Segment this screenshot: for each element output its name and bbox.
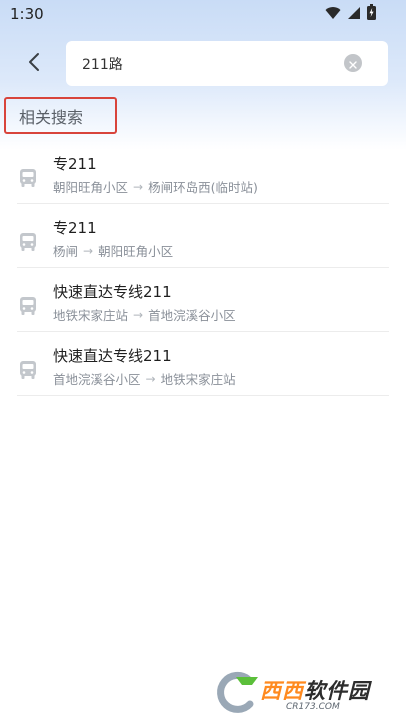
bus-icon [19,232,37,252]
route-path: 杨闸 → 朝阳旺角小区 [53,241,173,260]
route-name: 快速直达专线211 [53,347,172,365]
route-name: 专211 [53,155,97,173]
route-arrow: → [83,243,94,258]
route-destination: 杨闸环岛西(临时站) [148,180,258,195]
watermark-logo: 西西软件园 CR173.COM [208,671,388,715]
divider [17,395,389,396]
watermark-text: 西西软件园 [260,679,370,703]
back-button[interactable] [18,48,50,80]
route-name: 快速直达专线211 [53,283,172,301]
route-arrow: → [133,307,144,322]
bus-icon [19,360,37,380]
wifi-icon [325,5,341,24]
cellular-signal-icon [347,5,361,24]
chevron-left-icon [27,52,41,76]
route-origin: 首地浣溪谷小区 [53,372,141,387]
list-item[interactable]: 快速直达专线211 首地浣溪谷小区 → 地铁宋家庄站 [0,332,406,396]
list-item[interactable]: 快速直达专线211 地铁宋家庄站 → 首地浣溪谷小区 [0,268,406,332]
route-path: 地铁宋家庄站 → 首地浣溪谷小区 [53,305,236,324]
route-arrow: → [145,371,156,386]
route-destination: 朝阳旺角小区 [98,244,174,259]
route-path: 朝阳旺角小区 → 杨闸环岛西(临时站) [53,177,258,196]
route-origin: 杨闸 [53,244,79,259]
battery-charging-icon [367,4,376,24]
route-name: 专211 [53,219,97,237]
route-destination: 首地浣溪谷小区 [148,308,236,323]
route-arrow: → [133,179,144,194]
route-path: 首地浣溪谷小区 → 地铁宋家庄站 [53,369,236,388]
clear-search-button[interactable] [344,54,362,72]
result-list: 专211 朝阳旺角小区 → 杨闸环岛西(临时站) 专211 杨闸 → 朝阳旺角小… [0,140,406,396]
clear-circle-icon [349,54,357,73]
watermark-subtext: CR173.COM [286,702,340,712]
route-destination: 地铁宋家庄站 [160,372,236,387]
status-bar: 1:30 [0,0,406,28]
highlight-annotation-box [4,97,117,134]
search-box[interactable] [66,41,388,86]
search-input[interactable] [82,41,332,86]
route-origin: 地铁宋家庄站 [53,308,129,323]
bus-icon [19,296,37,316]
status-icons [325,4,376,24]
status-time: 1:30 [10,5,44,23]
list-item[interactable]: 专211 杨闸 → 朝阳旺角小区 [0,204,406,268]
bus-icon [19,168,37,188]
route-origin: 朝阳旺角小区 [53,180,129,195]
list-item[interactable]: 专211 朝阳旺角小区 → 杨闸环岛西(临时站) [0,140,406,204]
